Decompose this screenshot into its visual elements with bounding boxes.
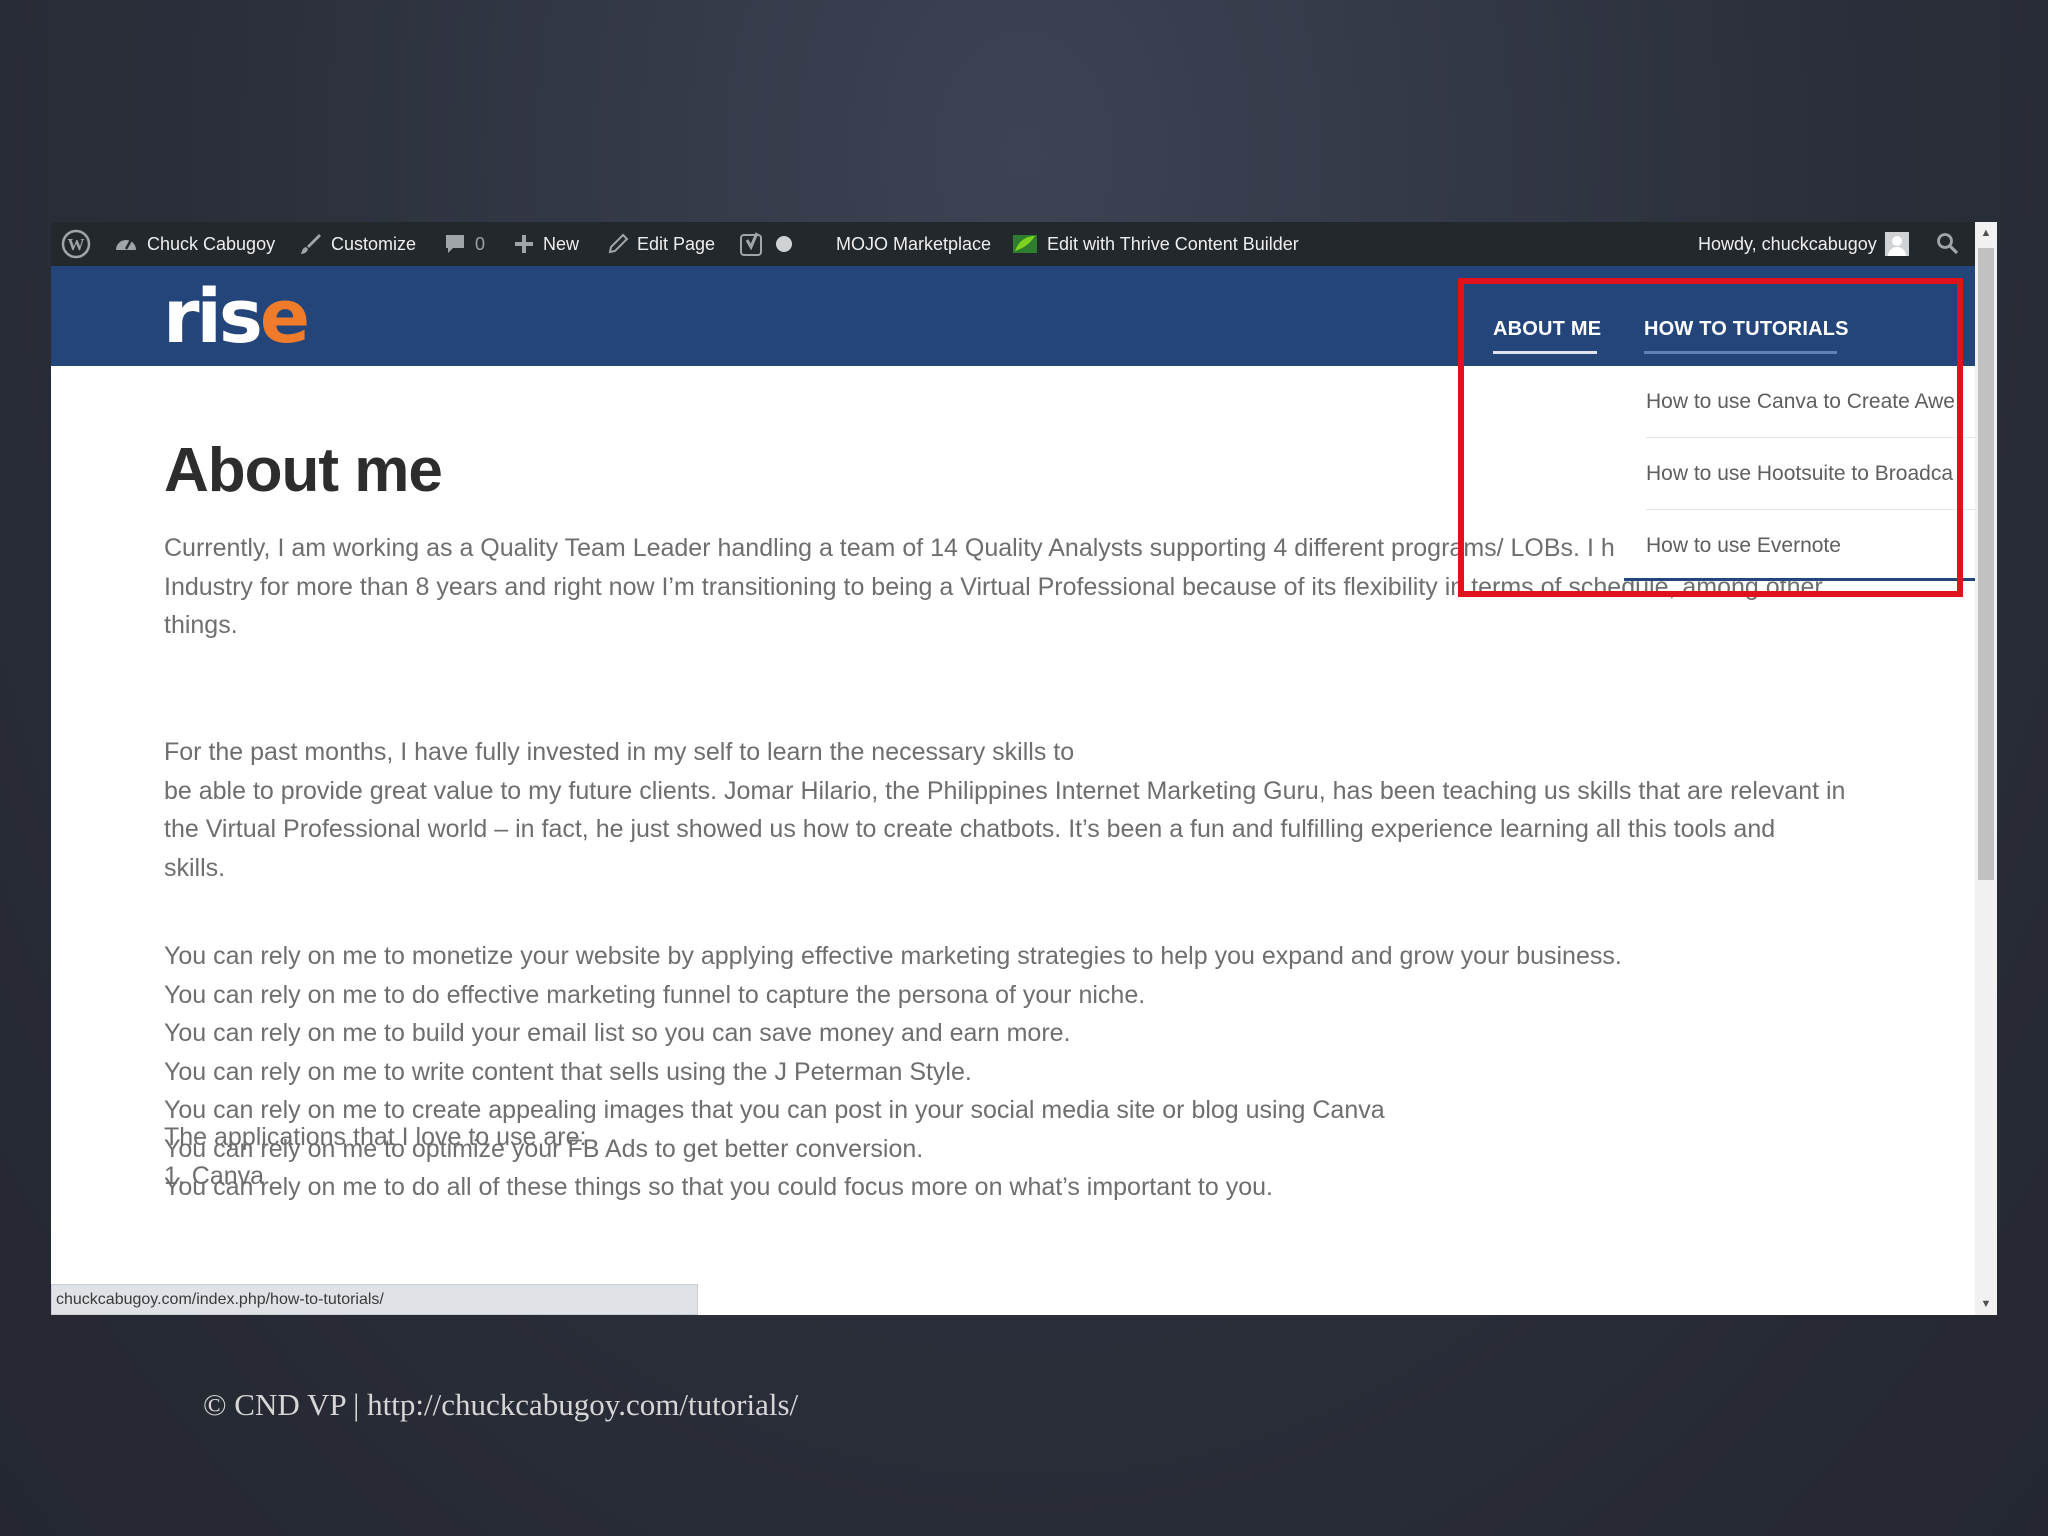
vertical-scrollbar[interactable]: ▲ ▼ xyxy=(1975,222,1997,1315)
admin-site-link[interactable]: Chuck Cabugoy xyxy=(113,222,275,266)
nav-about-me-underline xyxy=(1493,351,1597,354)
admin-comments-count: 0 xyxy=(475,233,486,254)
nav-about-me[interactable]: ABOUT ME xyxy=(1493,318,1601,341)
yoast-seo-menu[interactable] xyxy=(739,222,793,266)
tutorials-dropdown-menu: How to use Canva to Create Awe How to us… xyxy=(1624,366,1975,581)
list-item: You can rely on me to build your email l… xyxy=(164,1019,1071,1047)
admin-new-link[interactable]: New xyxy=(513,222,579,266)
list-item: You can rely on me to do all of these th… xyxy=(164,1173,1273,1201)
thrive-leaf-icon xyxy=(1013,235,1037,253)
dropdown-item-hootsuite[interactable]: How to use Hootsuite to Broadca xyxy=(1624,438,1975,509)
dropdown-item-canva[interactable]: How to use Canva to Create Awe xyxy=(1624,366,1975,437)
admin-thrive-link[interactable]: Edit with Thrive Content Builder xyxy=(1011,222,1299,266)
admin-edit-page-link[interactable]: Edit Page xyxy=(607,222,715,266)
dropdown-item-evernote[interactable]: How to use Evernote xyxy=(1624,510,1975,581)
list-item: You can rely on me to monetize your webs… xyxy=(164,942,1622,970)
list-item: You can rely on me to optimize your FB A… xyxy=(164,1134,924,1163)
admin-account-menu[interactable]: Howdy, chuckcabugoy xyxy=(1698,222,1909,266)
admin-mojo-link[interactable]: MOJO Marketplace xyxy=(836,222,991,266)
list-item: You can rely on me to do effective marke… xyxy=(164,980,1146,1009)
admin-thrive-label: Edit with Thrive Content Builder xyxy=(1047,233,1299,254)
admin-search-icon[interactable] xyxy=(1936,222,1960,266)
pencil-icon xyxy=(608,233,629,254)
comment-bubble-icon xyxy=(446,235,464,253)
admin-howdy-label: Howdy, chuckcabugoy xyxy=(1698,233,1877,254)
list-item: You can rely on me to write content that… xyxy=(164,1057,972,1086)
wordpress-logo-icon[interactable]: W xyxy=(61,222,91,266)
avatar xyxy=(1884,232,1909,256)
admin-site-name: Chuck Cabugoy xyxy=(147,233,276,254)
admin-customize-label: Customize xyxy=(331,233,417,254)
page-title: About me xyxy=(164,436,443,505)
admin-mojo-label: MOJO Marketplace xyxy=(836,233,992,254)
link-status-bar: chuckcabugoy.com/index.php/how-to-tutori… xyxy=(51,1284,698,1315)
admin-new-label: New xyxy=(543,233,580,254)
dashboard-icon xyxy=(116,239,136,250)
site-header: rise ABOUT ME HOW TO TUTORIALS xyxy=(51,266,1975,366)
wp-admin-bar: W Chuck Cabugoy Customize 0 New Edit Pag… xyxy=(51,222,1975,266)
admin-comments-link[interactable]: 0 xyxy=(443,222,485,266)
slide-footer: © CND VP | http://chuckcabugoy.com/tutor… xyxy=(203,1387,799,1422)
scrollbar-thumb[interactable] xyxy=(1978,248,1994,880)
admin-customize-link[interactable]: Customize xyxy=(299,222,416,266)
yoast-icon xyxy=(740,232,762,256)
browser-viewport: W Chuck Cabugoy Customize 0 New Edit Pag… xyxy=(51,222,1997,1315)
nav-how-to-tutorials[interactable]: HOW TO TUTORIALS xyxy=(1644,318,1849,341)
plus-icon xyxy=(515,235,533,253)
paintbrush-icon xyxy=(301,234,321,254)
list-item: You can rely on me to create appealing i… xyxy=(164,1096,1385,1124)
scroll-down-arrow-icon[interactable]: ▼ xyxy=(1975,1293,1997,1315)
scroll-up-arrow-icon[interactable]: ▲ xyxy=(1975,222,1997,244)
seo-status-dot-icon xyxy=(776,236,792,252)
admin-edit-page-label: Edit Page xyxy=(637,233,716,254)
nav-how-to-tutorials-underline xyxy=(1644,351,1837,354)
svg-text:W: W xyxy=(68,235,85,254)
site-logo[interactable]: rise xyxy=(163,274,310,360)
about-paragraph-2: For the past months, I have fully invest… xyxy=(164,738,1846,882)
services-list: You can rely on me to monetize your webs… xyxy=(164,937,1934,1207)
